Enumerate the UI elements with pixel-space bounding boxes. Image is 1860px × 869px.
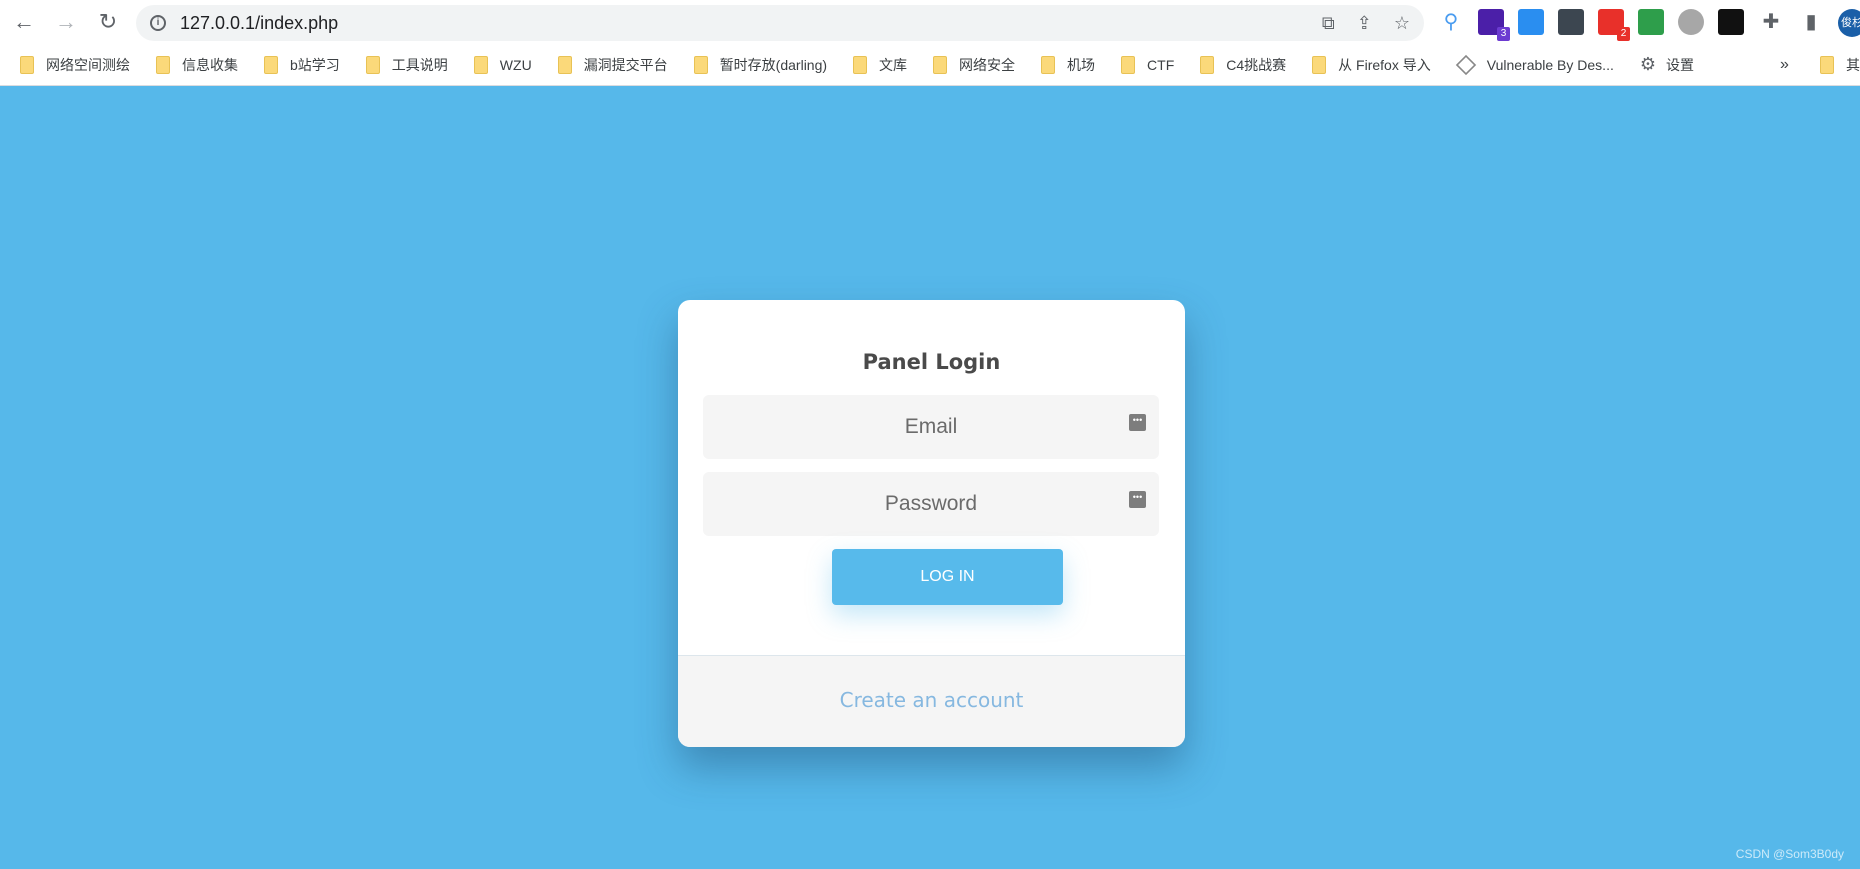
browser-toolbar: ← → ↻ i 127.0.0.1/index.php ⧉ ⇪ ☆ ⚲ 3 2 ✚ ▮ … [0,0,1860,44]
url-text[interactable]: 127.0.0.1/index.php [180,13,338,34]
bookmark-item[interactable]: WZU [473,55,532,74]
login-button[interactable]: LOG IN [832,549,1063,605]
bookmark-item[interactable]: Vulnerable By Des... [1455,54,1614,75]
bookmark-item[interactable]: 从 Firefox 导入 [1312,55,1431,75]
password-field[interactable]: Password ••• [703,472,1159,536]
password-extension-icon[interactable] [1558,9,1584,35]
extension-badge: 2 [1617,27,1630,41]
bookmark-item[interactable]: b站学习 [264,55,340,75]
password-placeholder: Password [884,492,978,515]
folder-icon [693,55,708,74]
bookmark-label: 机场 [1067,56,1096,73]
bookmark-label: 工具说明 [391,56,448,73]
folder-icon [853,55,868,74]
bookmark-label: C4挑战赛 [1226,56,1287,73]
translate-icon[interactable]: ⧉ [1322,13,1335,34]
forward-button[interactable]: → [48,4,84,40]
bookmark-item[interactable]: C4挑战赛 [1200,55,1286,75]
folder-icon [264,55,278,74]
panel-title: Panel Login [862,350,1001,374]
folder-icon [1200,55,1215,74]
bookmark-label: 漏洞提交平台 [583,56,668,73]
folder-icon [156,55,170,74]
extension-badge: 3 [1497,27,1510,41]
puzzle-icon[interactable]: ✚ [1758,9,1784,35]
folder-icon [473,55,488,74]
bookmark-item[interactable]: 文库 [853,55,907,75]
bookmark-item[interactable]: 漏洞提交平台 [557,55,668,75]
site-icon [1455,54,1476,75]
info-icon[interactable]: i [150,15,166,31]
bookmark-item[interactable]: 网络安全 [933,55,1015,75]
bookmark-item[interactable]: 信息收集 [156,55,238,75]
panel-footer: Create an account [678,655,1185,747]
back-button[interactable]: ← [6,4,42,40]
bookmark-label: CTF [1147,56,1175,73]
folder-icon [20,55,34,74]
pin-icon[interactable]: ⚲ [1438,9,1464,35]
login-panel: Panel Login Email ••• Password ••• LOG I… [678,300,1185,747]
address-bar[interactable]: i 127.0.0.1/index.php ⧉ ⇪ ☆ [136,5,1424,41]
bookmark-label: WZU [499,56,532,73]
folder-icon [933,55,948,74]
password-manager-icon[interactable]: ••• [1129,414,1146,431]
bookmark-item[interactable]: CTF [1121,55,1175,74]
bookmark-item[interactable]: 工具说明 [365,55,448,75]
folder-icon [1820,55,1834,74]
avatar[interactable]: 俊杉 [1838,9,1860,37]
bookmark-item[interactable]: 暂时存放(darling) [693,55,828,75]
email-field[interactable]: Email ••• [703,395,1159,459]
circle-extension-icon[interactable] [1678,9,1704,35]
sidepanel-icon[interactable]: ▮ [1798,9,1824,35]
red-extension-icon[interactable]: 2 [1598,9,1630,41]
gear-icon: ⚙ [1639,54,1656,74]
bookmark-item[interactable]: 网络空间测绘 [20,55,130,75]
bookmark-label: 信息收集 [182,56,238,73]
bookmark-item[interactable]: 机场 [1041,55,1095,75]
bookmark-label: 文库 [879,56,908,73]
watermark: CSDN @Som3B0dy [1735,847,1844,861]
other-bookmarks[interactable]: 其 [1820,55,1860,75]
bookmark-label: 设置 [1666,56,1694,73]
globe-extension-icon[interactable] [1638,9,1664,35]
bookmarks-overflow-button[interactable]: » [1780,56,1789,74]
bookmark-label: 从 Firefox 导入 [1338,56,1431,73]
star-icon[interactable]: ☆ [1394,13,1410,34]
email-placeholder: Email [904,415,958,438]
bookmarks-bar: 网络空间测绘 信息收集 b站学习 工具说明 WZU 漏洞提交平台 暂时存放(darling)… [0,44,1860,86]
bookmark-item[interactable]: ⚙ 设置 [1640,54,1694,75]
bookmark-label: 暂时存放(darling) [719,56,828,73]
folder-icon [365,55,380,74]
share-icon[interactable]: ⇪ [1357,13,1372,34]
folder-icon [1121,55,1136,74]
folder-icon [1041,55,1056,74]
gem-extension-icon[interactable]: 3 [1478,9,1510,41]
bookmark-label: 网络安全 [959,56,1016,73]
bookmark-label: b站学习 [290,56,340,73]
bookmark-label: 其 [1846,56,1860,73]
bird-extension-icon[interactable] [1518,9,1544,35]
bookmark-label: Vulnerable By Des... [1486,56,1614,73]
create-account-link[interactable]: Create an account [840,688,1024,712]
h-extension-icon[interactable] [1718,9,1744,35]
reload-button[interactable]: ↻ [90,4,126,40]
password-manager-icon[interactable]: ••• [1129,491,1146,508]
bookmark-label: 网络空间测绘 [46,56,130,73]
folder-icon [1312,55,1327,74]
folder-icon [557,55,572,74]
